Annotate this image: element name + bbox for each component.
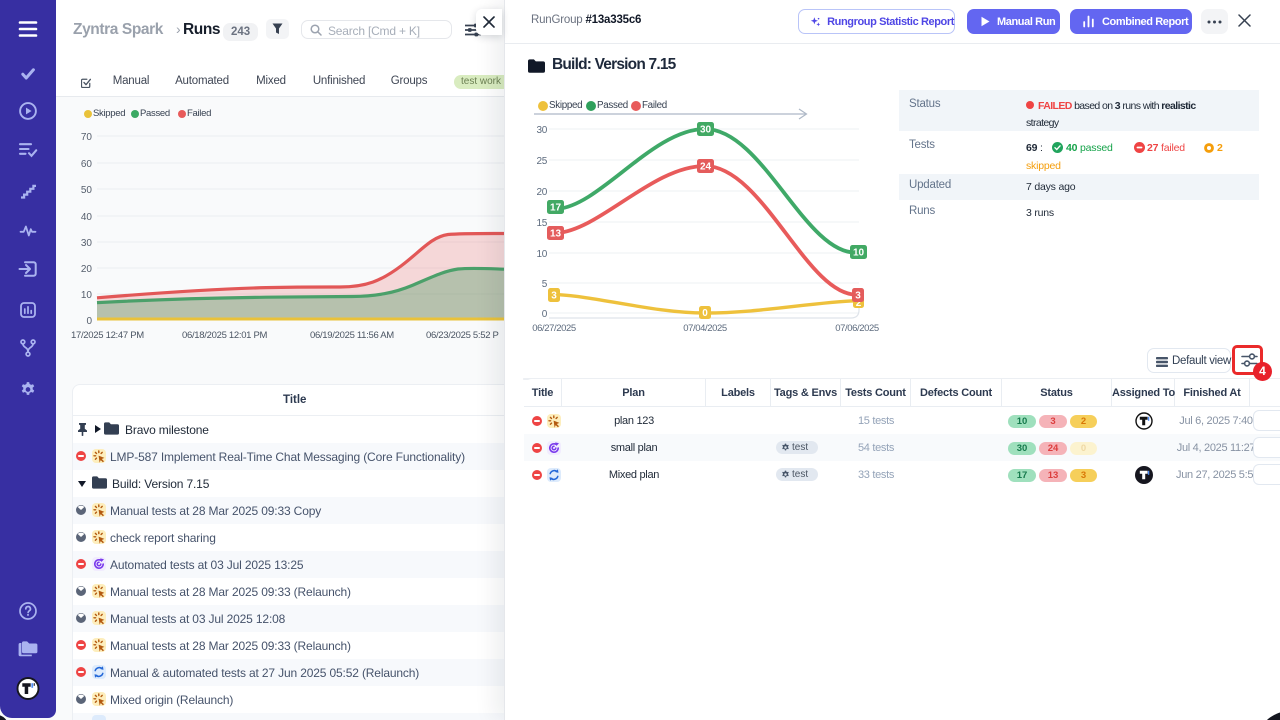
svg-text:10: 10 — [81, 290, 93, 301]
svg-text:0: 0 — [702, 308, 708, 319]
svg-text:10: 10 — [853, 248, 865, 259]
svg-text:06/27/2025: 06/27/2025 — [532, 323, 576, 334]
svg-text:30: 30 — [536, 125, 547, 136]
svg-text:07/06/2025: 07/06/2025 — [835, 323, 879, 334]
svg-text:13: 13 — [550, 229, 562, 240]
svg-text:3: 3 — [551, 291, 557, 302]
svg-text:17: 17 — [550, 203, 562, 214]
svg-text:70: 70 — [81, 132, 93, 143]
svg-text:30: 30 — [700, 125, 712, 136]
svg-text:0: 0 — [542, 309, 548, 320]
svg-text:24: 24 — [700, 162, 712, 173]
svg-text:10: 10 — [536, 249, 547, 260]
svg-text:25: 25 — [536, 156, 547, 167]
svg-text:17/2025 12:47 PM: 17/2025 12:47 PM — [71, 330, 144, 341]
svg-text:20: 20 — [536, 187, 547, 198]
svg-text:3: 3 — [855, 291, 861, 302]
svg-text:06/19/2025 11:56 AM: 06/19/2025 11:56 AM — [310, 330, 394, 341]
svg-text:20: 20 — [81, 264, 93, 275]
svg-text:60: 60 — [81, 159, 93, 170]
svg-text:5: 5 — [542, 279, 548, 290]
svg-text:06/23/2025 5:52 P: 06/23/2025 5:52 P — [426, 330, 499, 341]
svg-text:0: 0 — [86, 316, 92, 327]
svg-text:50: 50 — [81, 185, 93, 196]
svg-text:07/04/2025: 07/04/2025 — [683, 323, 727, 334]
svg-text:30: 30 — [81, 238, 93, 249]
svg-text:40: 40 — [81, 212, 93, 223]
svg-text:06/18/2025 12:01 PM: 06/18/2025 12:01 PM — [182, 330, 268, 341]
svg-text:15: 15 — [536, 218, 547, 229]
